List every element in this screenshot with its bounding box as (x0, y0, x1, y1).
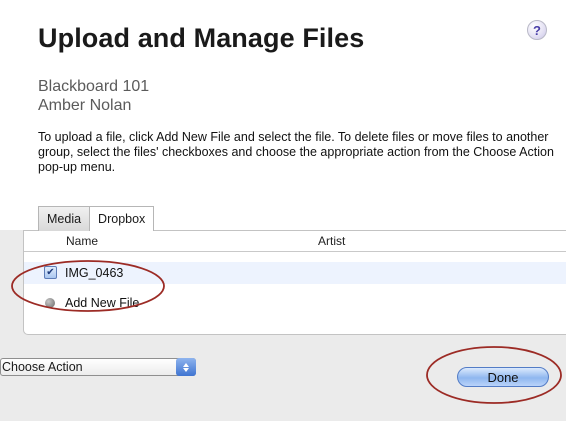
course-name: Blackboard 101 (38, 78, 150, 95)
help-button[interactable]: ? (527, 20, 547, 40)
column-header-name[interactable]: Name (66, 234, 98, 248)
tab-media[interactable]: Media (38, 206, 91, 231)
help-icon: ? (533, 22, 541, 38)
page-title: Upload and Manage Files (38, 23, 365, 53)
file-list-header: Name Artist (24, 231, 566, 252)
user-name: Amber Nolan (38, 97, 132, 114)
done-button[interactable]: Done (457, 367, 549, 387)
up-down-arrows-icon (176, 358, 196, 376)
add-new-file-button[interactable]: Add New File (24, 293, 244, 313)
content-panel: ? Upload and Manage Files Blackboard 101… (0, 0, 566, 230)
file-name: IMG_0463 (65, 266, 124, 280)
file-row[interactable]: ✔ IMG_0463 (24, 262, 566, 284)
choose-action-select[interactable]: Choose Action (0, 358, 196, 376)
tab-dropbox[interactable]: Dropbox (89, 206, 155, 231)
file-list: Name Artist ✔ IMG_0463 Add New File (23, 230, 566, 335)
column-header-artist[interactable]: Artist (318, 234, 345, 248)
tab-bar: Media Dropbox (38, 206, 155, 231)
instructions-text: To upload a file, click Add New File and… (38, 130, 554, 174)
file-checkbox[interactable]: ✔ (44, 266, 57, 279)
choose-action-value: Choose Action (2, 360, 83, 374)
add-new-file-label: Add New File (65, 296, 140, 310)
checkmark-icon: ✔ (46, 266, 55, 278)
add-file-icon (45, 298, 55, 308)
